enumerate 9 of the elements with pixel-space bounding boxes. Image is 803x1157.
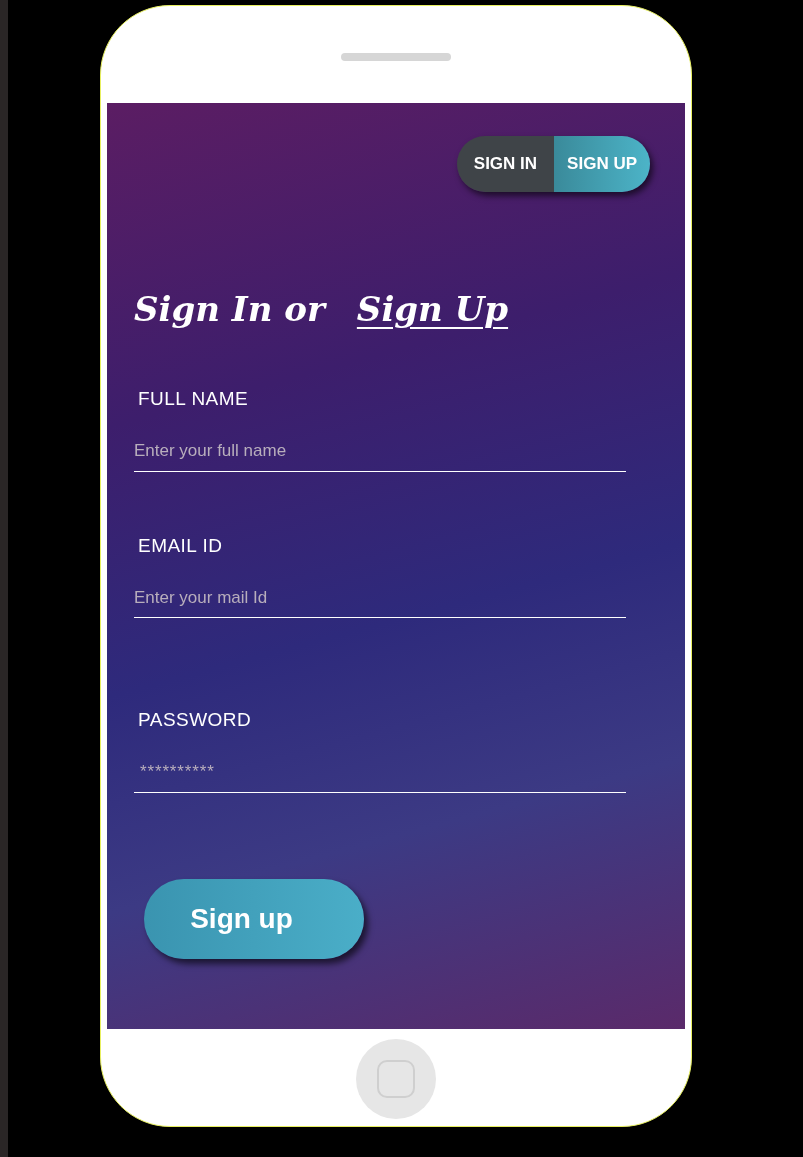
toggle-tab[interactable]: SIGN IN [456, 136, 555, 192]
field-label: EMAIL ID [138, 533, 224, 558]
heading-text: Sign In or [134, 288, 325, 331]
sign-up-link[interactable]: Sign Up [356, 284, 509, 335]
field-label: PASSWORD [138, 708, 253, 732]
input-field[interactable]: Enter your full name [134, 431, 626, 472]
input-field[interactable]: ********** [134, 752, 626, 793]
input-field[interactable]: Enter your mail Id [134, 578, 626, 618]
field-label: FULL NAME [138, 387, 250, 411]
